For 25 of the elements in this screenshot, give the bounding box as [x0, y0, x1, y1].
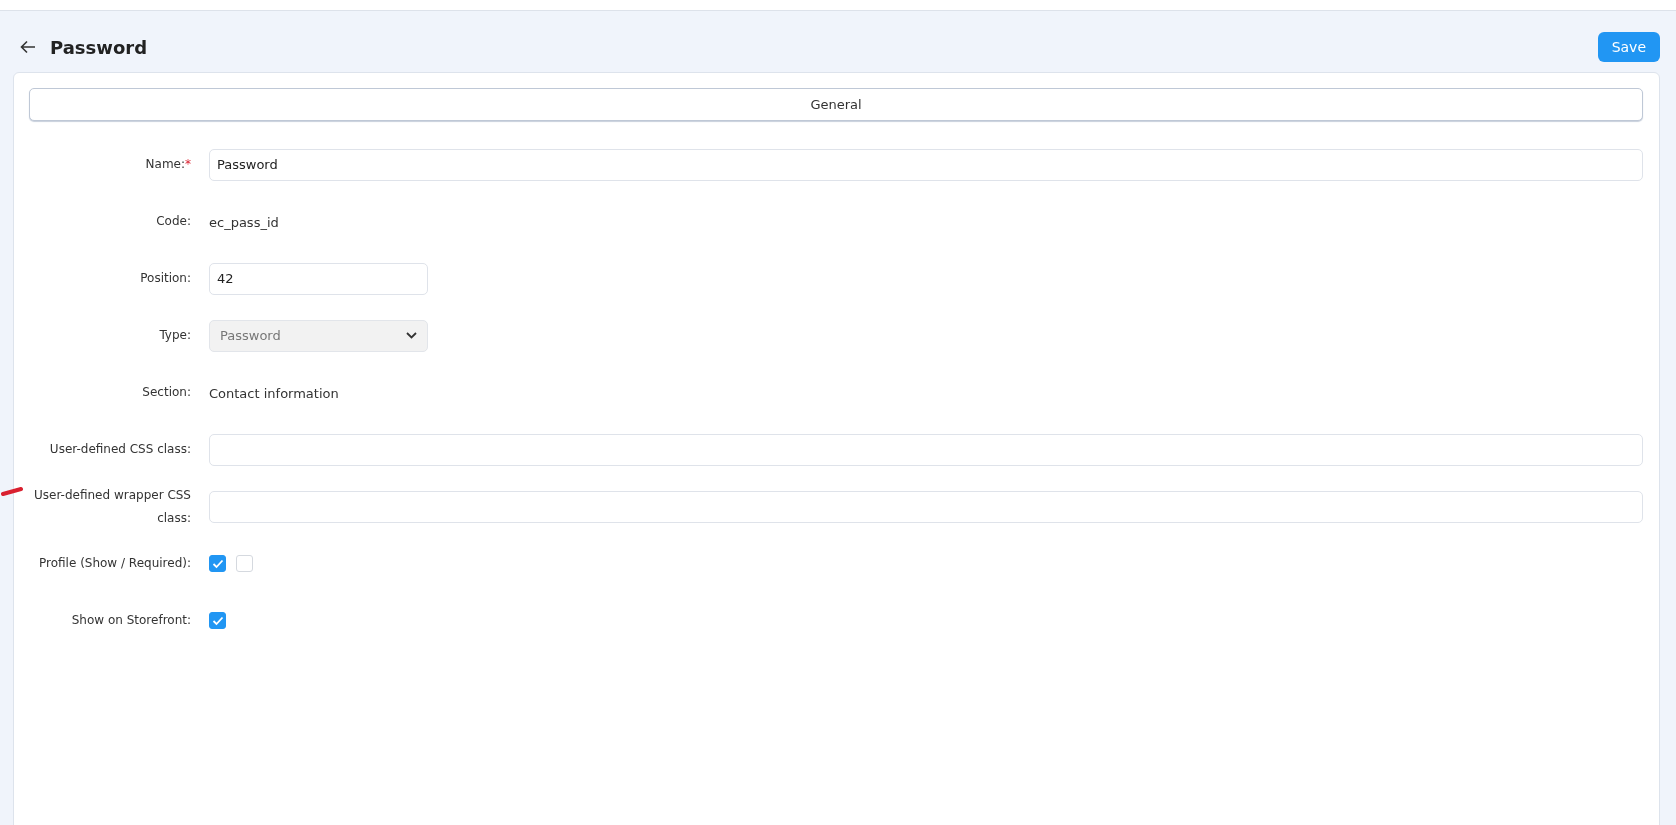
- check-icon: [211, 558, 224, 569]
- field-label: User-defined CSS class:: [49, 442, 191, 457]
- tab[interactable]: General: [29, 88, 1643, 121]
- text-input[interactable]: [209, 490, 1643, 523]
- field-label: Section:: [142, 385, 191, 400]
- text-input[interactable]: [209, 433, 1643, 466]
- field-label: Show on Storefront:: [71, 613, 191, 628]
- field-value: Contact information: [209, 386, 339, 401]
- text-input[interactable]: 42: [209, 262, 428, 295]
- page-title: Password: [50, 36, 148, 58]
- field-label: Name:: [145, 157, 185, 172]
- annotation-mark: [1, 486, 23, 496]
- field-label: Code:: [156, 214, 191, 229]
- check-icon: [211, 615, 224, 626]
- field-value: ec_pass_id: [209, 215, 279, 230]
- chevron-down-icon: [406, 332, 417, 339]
- text-input[interactable]: Password: [209, 148, 1643, 181]
- required-asterisk: *: [185, 157, 191, 172]
- checkbox[interactable]: [209, 612, 226, 629]
- field-label: User-defined wrapper CSS class:: [34, 487, 191, 525]
- checkbox[interactable]: [209, 555, 226, 572]
- back-arrow-icon[interactable]: [20, 40, 36, 54]
- field-label: Type:: [159, 328, 191, 343]
- field-label: Position:: [140, 271, 191, 286]
- field-label: Profile (Show / Required):: [39, 556, 191, 571]
